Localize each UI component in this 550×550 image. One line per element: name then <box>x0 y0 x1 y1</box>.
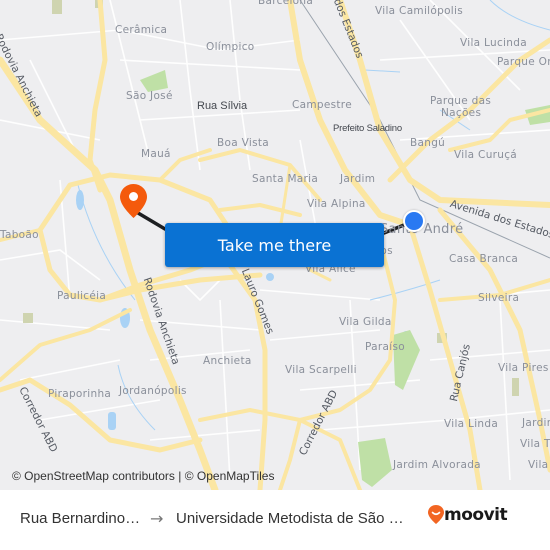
origin-name: Rua Bernardino… <box>20 510 141 527</box>
destination-name: Universidade Metodista de São … <box>176 510 404 527</box>
destination-pin-icon[interactable] <box>120 184 147 220</box>
map-label: Parque Oratório <box>497 56 550 68</box>
map-label: Vila Alpina <box>307 198 366 210</box>
map-label: Parque das <box>430 95 492 107</box>
origin-location-dot-icon[interactable] <box>403 210 425 232</box>
map-label: Cerâmica <box>115 24 168 36</box>
arrow-right-icon: → <box>150 509 164 528</box>
map-label: Paulicéia <box>57 290 107 302</box>
map-label: Silveira <box>478 292 520 304</box>
map-label: Santa Maria <box>252 173 319 185</box>
map-label: Casa Branca <box>449 253 519 265</box>
map-label: Jordanópolis <box>119 385 187 397</box>
map-label: Paraíso <box>365 341 405 353</box>
map[interactable]: Barcelona Vila Camilópolis Cerâmica Olím… <box>0 0 550 490</box>
brand-name: moovit <box>444 505 508 525</box>
poi-label: Prefeito Saladino <box>333 123 402 134</box>
map-label: Piraporinha <box>48 388 112 400</box>
map-label: Anchieta <box>203 355 252 367</box>
map-label: Barcelona <box>258 0 314 7</box>
map-label: São José <box>126 90 173 102</box>
map-label: Vila Camilópolis <box>375 5 464 17</box>
map-label: Boa Vista <box>217 137 269 149</box>
map-label: Vila T <box>520 438 550 450</box>
map-label: Campestre <box>292 99 352 111</box>
moovit-logo[interactable]: moovit <box>428 505 508 525</box>
map-label: Vila Scarpelli <box>285 364 357 376</box>
take-me-there-button[interactable]: Take me there <box>165 223 384 267</box>
map-label: Vila Gilda <box>339 316 392 328</box>
map-label: Jardim Alvorada <box>393 459 481 471</box>
map-label: Vila Curuçá <box>454 149 518 161</box>
map-label: Vila Pires <box>498 362 549 374</box>
map-label: Jardim <box>340 173 376 185</box>
map-label: Nações <box>441 107 482 119</box>
moovit-pin-icon <box>428 505 444 524</box>
map-label: Vila Lucinda <box>460 37 527 49</box>
footer-bar: Rua Bernardino… → Universidade Metodista… <box>0 490 550 550</box>
map-label: Mauá <box>141 148 171 160</box>
poi-label: Rua Sílvia <box>197 100 248 112</box>
map-label: Vila Linda <box>444 418 499 430</box>
map-label: Jardim <box>522 417 550 429</box>
map-label: Vila <box>528 459 549 471</box>
map-label: Bangú <box>410 137 446 149</box>
map-label: Taboão <box>0 229 39 241</box>
map-attribution[interactable]: © OpenStreetMap contributors | © OpenMap… <box>12 469 274 483</box>
map-label: Olímpico <box>206 41 255 53</box>
